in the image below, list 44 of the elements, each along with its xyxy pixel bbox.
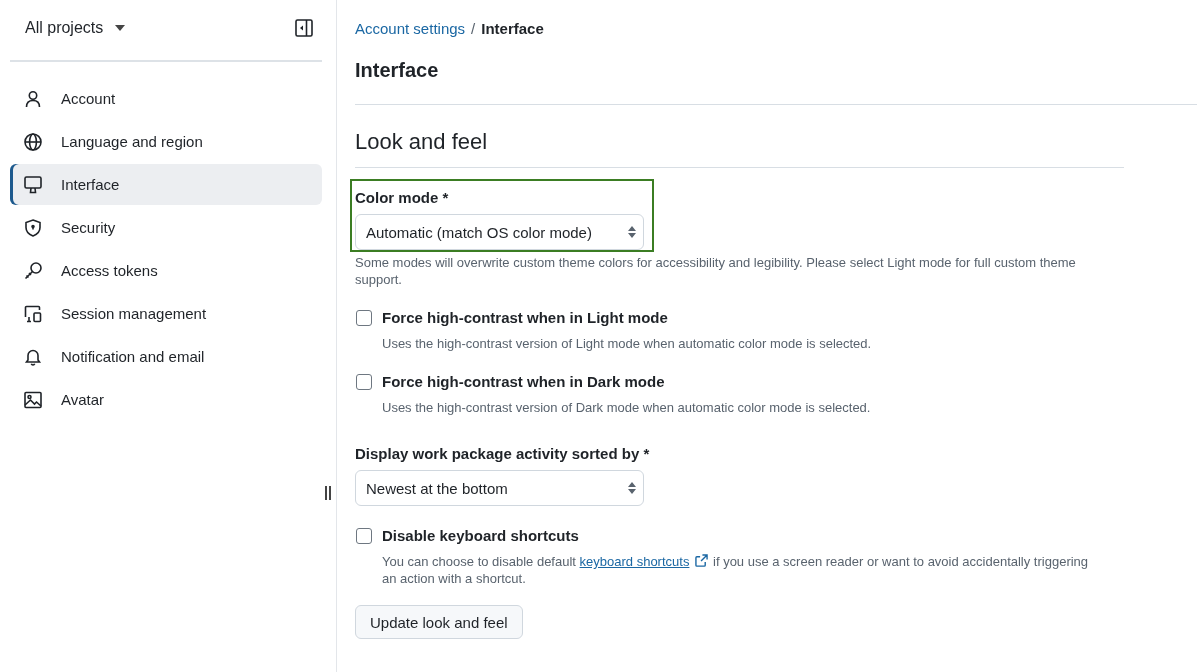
page-title: Interface [355, 58, 440, 83]
person-icon [24, 89, 42, 108]
sidebar-item[interactable]: Interface [10, 164, 322, 205]
caret-down-icon [115, 25, 126, 31]
checkbox[interactable] [356, 528, 372, 544]
panel-collapse-icon[interactable] [295, 19, 313, 37]
field-label: Display work package activity sorted by * [355, 444, 650, 464]
devices-icon [24, 304, 42, 323]
project-selector[interactable]: All projects [25, 19, 126, 37]
sidebar-item[interactable]: Language and region [10, 121, 322, 162]
checkbox-label: Disable keyboard shortcuts [382, 526, 579, 546]
update-button[interactable]: Update look and feel [355, 605, 523, 639]
shield-icon [24, 218, 42, 237]
dropdown-field[interactable]: Newest at the bottom [355, 470, 644, 506]
checkbox[interactable] [356, 310, 372, 326]
external-link-icon[interactable] [695, 554, 709, 567]
bell-icon [24, 347, 42, 366]
section-heading: Look and feel [355, 128, 489, 156]
checkbox[interactable] [356, 374, 372, 390]
field-label: Color mode * [355, 188, 450, 208]
keyboard-shortcuts-link[interactable]: keyboard shortcuts [579, 554, 690, 569]
image-icon [24, 390, 42, 409]
monitor-icon [24, 175, 42, 194]
drag-handle-icon[interactable] [325, 486, 331, 500]
breadcrumb-separator: / [471, 19, 476, 37]
help-text: Uses the high-contrast version of Light mode when automatic color mode is selected. [382, 335, 873, 352]
up-down-caret-icon [628, 482, 636, 494]
breadcrumb-link[interactable]: Account settings [355, 19, 466, 37]
checkbox-label: Force high-contrast when in Light mode [382, 308, 668, 328]
help-text: Uses the high-contrast version of Dark mode when automatic color mode is selected. [382, 399, 872, 416]
breadcrumb-current: Interface [481, 19, 544, 37]
help-text: Some modes will overwrite custom theme colors for accessibility and legibility. Please select Light mode for full custom theme support. [355, 254, 1077, 288]
up-down-caret-icon [628, 226, 636, 238]
sidebar-item[interactable]: Notification and email [10, 336, 322, 377]
help-text: You can choose to disable default keyboard shortcuts if you use a screen reader or want to avoid accidentally triggering an action with a shortcut. [382, 553, 1090, 587]
globe-icon [24, 132, 42, 151]
sidebar-item[interactable]: Access tokens [10, 250, 322, 291]
sidebar-item[interactable]: Account [10, 78, 322, 119]
sidebar-item[interactable]: Session management [10, 293, 322, 334]
key-icon [24, 261, 42, 280]
checkbox-label: Force high-contrast when in Dark mode [382, 372, 665, 392]
sidebar-item[interactable]: Security [10, 207, 322, 248]
sidebar-item[interactable]: Avatar [10, 379, 322, 420]
dropdown-field[interactable]: Automatic (match OS color mode) [355, 214, 644, 250]
